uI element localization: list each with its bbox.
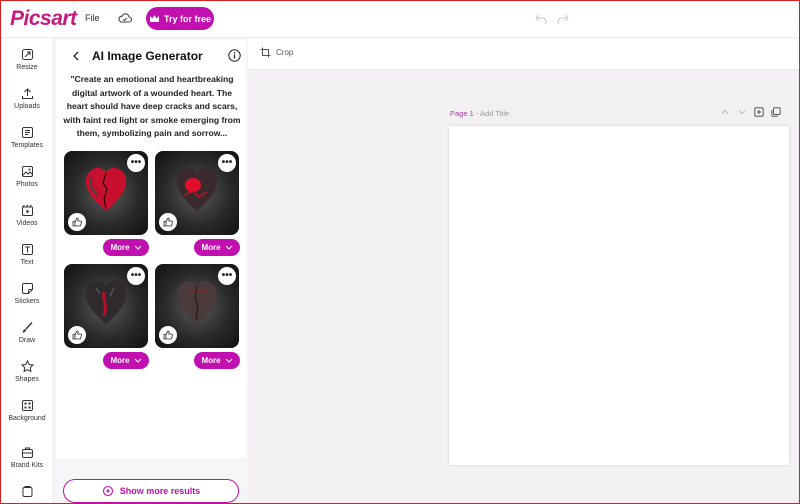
result-options-button[interactable]: ••• — [127, 154, 145, 172]
picsart-logo[interactable]: Picsart — [10, 7, 77, 31]
result-options-button[interactable]: ••• — [218, 154, 236, 172]
design-canvas[interactable] — [449, 126, 789, 465]
rail-label: Videos — [16, 220, 38, 227]
thumbs-up-icon — [163, 217, 173, 227]
undo-icon[interactable] — [535, 13, 547, 24]
rail-label: Background — [8, 415, 46, 422]
more-button-4[interactable]: More — [194, 352, 240, 369]
shapes-icon — [20, 360, 34, 373]
redo-icon[interactable] — [557, 13, 569, 24]
chevron-down-icon — [225, 358, 232, 363]
rail-item-text[interactable]: Text — [0, 241, 54, 277]
crop-icon — [260, 47, 271, 58]
heart-artwork — [177, 168, 217, 211]
chevron-down-icon — [134, 358, 141, 363]
brand-kits-icon — [21, 447, 33, 458]
rail-label: Shapes — [15, 376, 39, 383]
rail-label: Text — [20, 259, 34, 266]
more-button-2[interactable]: More — [194, 239, 240, 256]
upload-icon — [21, 88, 33, 99]
rail-item-resize[interactable]: Resize — [0, 46, 54, 82]
draw-icon — [22, 322, 33, 333]
rail-item-stickers[interactable]: Stickers — [0, 280, 54, 316]
background-icon — [21, 400, 33, 411]
rail-item-videos[interactable]: Videos — [0, 202, 54, 238]
page-header: Page 1 - Add Title — [450, 109, 509, 118]
panel-title: AI Image Generator — [92, 49, 203, 63]
chevron-down-icon — [134, 245, 141, 250]
back-arrow-icon[interactable] — [72, 51, 80, 61]
result-image-4[interactable]: ••• — [155, 264, 239, 348]
photos-icon — [21, 166, 33, 177]
chevron-down-icon — [225, 245, 232, 250]
left-tool-rail: Resize Uploads Templates Photos Videos T… — [0, 38, 54, 504]
more-label: More — [110, 243, 130, 252]
crop-label: Crop — [276, 48, 294, 57]
info-icon[interactable] — [228, 49, 241, 62]
rail-item-shapes[interactable]: Shapes — [0, 358, 54, 394]
more-button-1[interactable]: More — [103, 239, 149, 256]
try-for-free-label: Try for free — [163, 13, 212, 24]
rail-item-photos[interactable]: Photos — [0, 163, 54, 199]
rail-label: Stickers — [14, 298, 40, 305]
crown-icon — [149, 15, 159, 22]
rail-label: Brand Kits — [10, 462, 44, 469]
heart-artwork — [86, 168, 126, 211]
panel-card: AI Image Generator "Create an emotional … — [56, 40, 246, 458]
chevron-down-icon[interactable] — [737, 107, 747, 117]
rail-item-more[interactable] — [0, 483, 54, 504]
result-options-button[interactable]: ••• — [218, 267, 236, 285]
stickers-icon — [21, 283, 33, 294]
prompt-text: "Create an emotional and heartbreaking d… — [63, 74, 241, 139]
more-label: More — [201, 356, 221, 365]
thumbs-up-icon — [72, 330, 82, 340]
more-label: More — [110, 356, 130, 365]
heart-artwork — [177, 281, 217, 324]
templates-icon — [21, 127, 33, 138]
folder-icon — [22, 486, 32, 497]
like-button[interactable] — [159, 213, 177, 231]
thumbs-up-icon — [72, 217, 82, 227]
rail-label: Draw — [18, 337, 36, 344]
rail-item-templates[interactable]: Templates — [0, 124, 54, 160]
rail-label: Photos — [16, 181, 38, 188]
page-actions — [720, 107, 781, 117]
text-icon — [21, 244, 33, 255]
show-more-results-button[interactable]: Show more results — [63, 479, 239, 503]
rail-label: Templates — [11, 142, 43, 149]
videos-icon — [21, 204, 33, 216]
result-image-2[interactable]: ••• — [155, 151, 239, 235]
top-bar: Picsart File Try for free — [0, 0, 800, 38]
more-label: More — [201, 243, 221, 252]
add-title-field[interactable]: Add Title — [480, 109, 509, 118]
add-page-icon[interactable] — [754, 107, 764, 117]
result-image-1[interactable]: ••• — [64, 151, 148, 235]
heart-artwork — [86, 281, 126, 324]
thumbs-up-icon — [163, 330, 173, 340]
resize-icon — [21, 49, 33, 60]
rail-item-uploads[interactable]: Uploads — [0, 85, 54, 121]
like-button[interactable] — [68, 326, 86, 344]
rail-item-brand-kits[interactable]: Brand Kits — [0, 444, 54, 480]
ai-generator-panel: AI Image Generator "Create an emotional … — [54, 38, 248, 504]
editor-toolbar: Crop — [248, 38, 800, 70]
page-number-label: Page 1 — [450, 109, 474, 118]
duplicate-page-icon[interactable] — [771, 107, 781, 117]
cloud-save-icon[interactable] — [118, 12, 132, 24]
rail-label: Uploads — [14, 103, 40, 110]
rail-label: Resize — [16, 64, 38, 71]
file-menu[interactable]: File — [85, 13, 100, 23]
more-button-3[interactable]: More — [103, 352, 149, 369]
result-options-button[interactable]: ••• — [127, 267, 145, 285]
crop-tool-button[interactable]: Crop — [260, 47, 293, 58]
show-more-label: Show more results — [119, 486, 201, 496]
rail-item-background[interactable]: Background — [0, 397, 54, 433]
like-button[interactable] — [159, 326, 177, 344]
sparkle-icon — [102, 485, 113, 497]
try-for-free-button[interactable]: Try for free — [146, 7, 214, 30]
like-button[interactable] — [68, 213, 86, 231]
result-image-3[interactable]: ••• — [64, 264, 148, 348]
chevron-up-icon[interactable] — [720, 107, 730, 117]
rail-item-draw[interactable]: Draw — [0, 319, 54, 355]
